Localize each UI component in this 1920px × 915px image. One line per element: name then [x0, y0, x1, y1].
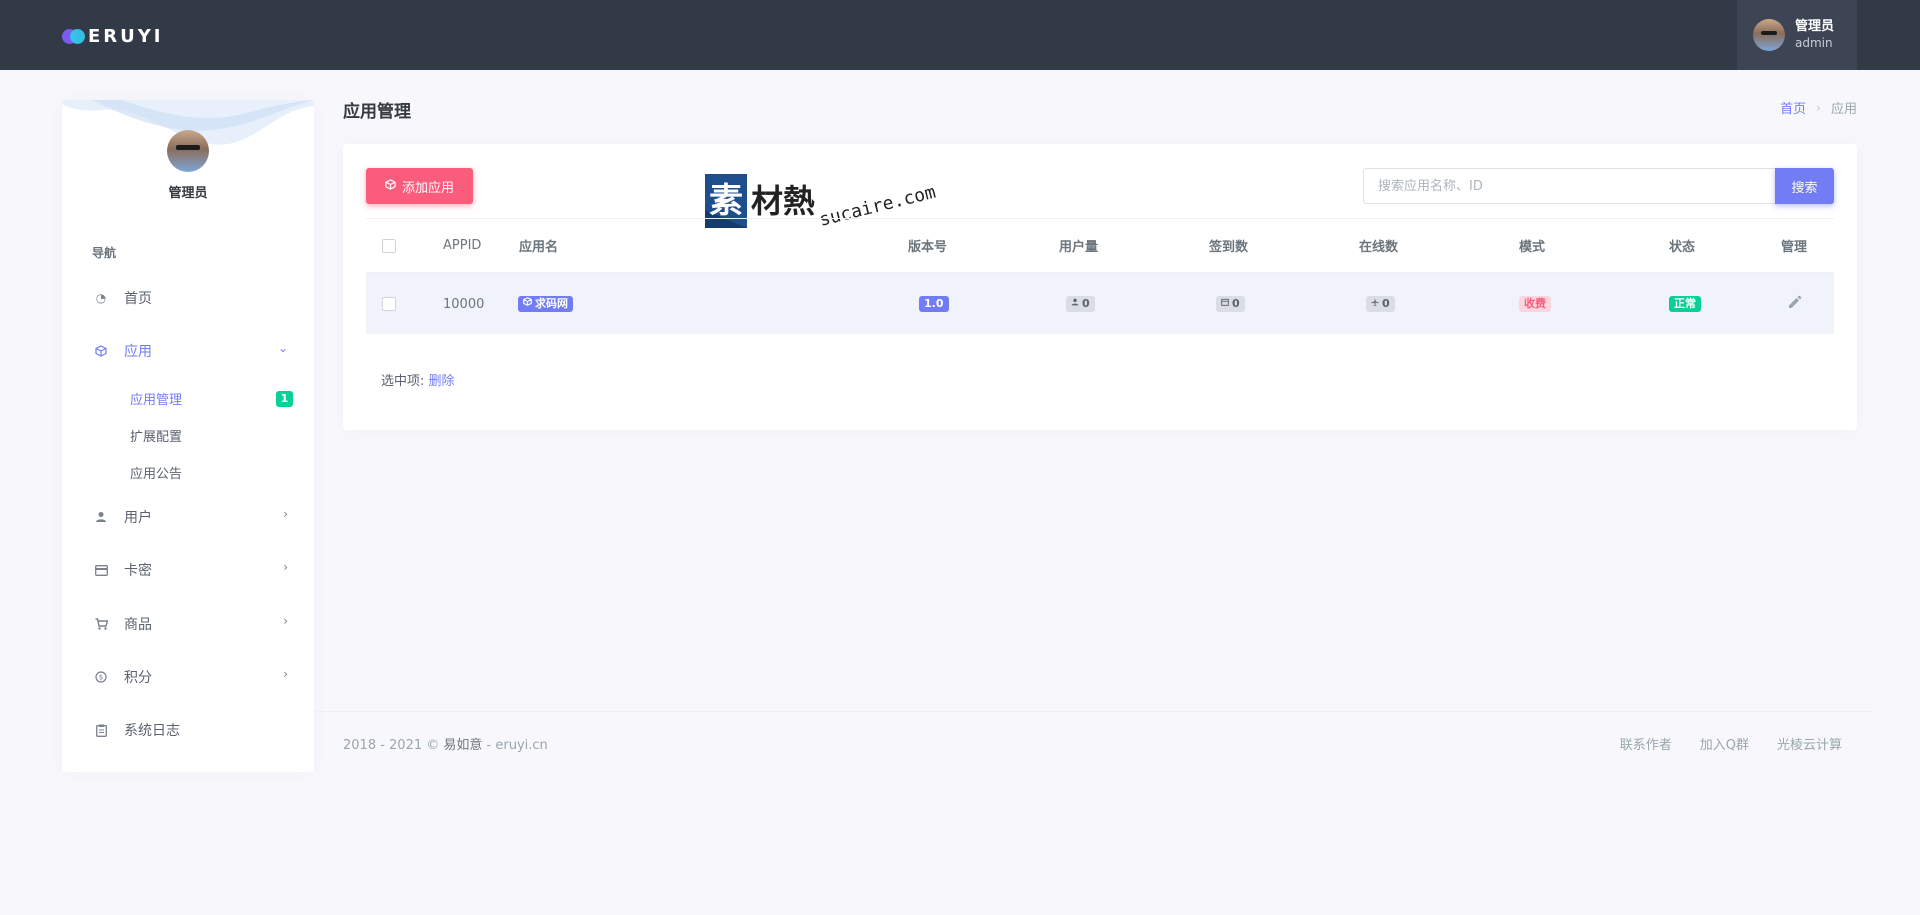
cart-icon — [94, 617, 108, 631]
sidebar-item-label: 商品 — [124, 617, 152, 633]
user-menu[interactable]: 管理员 admin — [1737, 0, 1857, 70]
column-header-status: 状态 — [1669, 240, 1696, 255]
status-badge: 正常 — [1669, 296, 1701, 312]
cube-icon — [94, 344, 108, 358]
sidebar-subitem-app-management[interactable]: 应用管理 — [130, 389, 182, 408]
column-header-appid: APPID — [443, 238, 482, 253]
chevron-right-icon: › — [283, 560, 288, 574]
profile-name: 管理员 — [168, 186, 208, 201]
avatar — [1753, 19, 1785, 51]
sidebar: 管理员 导航 ◔ 首页 应用 ⌄ 应用管理 1 扩展配置 应用公告 用户 › 卡… — [62, 100, 314, 772]
sidebar-item-products[interactable]: 商品 › — [92, 612, 292, 636]
chevron-down-icon: ⌄ — [277, 341, 288, 355]
user-name: 管理员 — [1795, 19, 1835, 34]
dashboard-icon: ◔ — [95, 291, 107, 305]
logo[interactable]: ERUYI — [62, 26, 164, 47]
sidebar-subitem-app-notice[interactable]: 应用公告 — [130, 463, 182, 482]
sidebar-item-points[interactable]: $ 积分 › — [92, 665, 292, 689]
app-name-badge[interactable]: 求码网 — [518, 296, 573, 312]
footer-link-cloud[interactable]: 光棱云计算 — [1777, 734, 1842, 753]
plane-icon — [1371, 296, 1379, 312]
users-badge: 0 — [1066, 296, 1095, 312]
logo-mark-icon — [62, 28, 85, 46]
sidebar-item-cards[interactable]: 卡密 › — [92, 558, 292, 582]
watermark-brand-first-char: 素 — [709, 181, 743, 221]
coin-icon: $ — [94, 670, 108, 684]
delete-selected-link[interactable]: 删除 — [429, 374, 455, 389]
nav-section-title: 导航 — [92, 246, 117, 260]
add-app-button[interactable]: 添加应用 — [366, 168, 473, 204]
chevron-right-icon: › — [283, 667, 288, 681]
sidebar-item-label: 首页 — [124, 291, 152, 307]
app-list-card: 添加应用 素 材熱 sucaire.com 搜索 APPID 应用名 版本号 用… — [343, 144, 1857, 430]
row-checkbox[interactable] — [382, 297, 396, 311]
column-header-name: 应用名 — [519, 240, 559, 255]
version-badge: 1.0 — [919, 296, 949, 312]
user-icon — [1071, 296, 1079, 312]
user-icon — [94, 510, 108, 524]
sidebar-item-label: 系统日志 — [124, 723, 180, 739]
bulk-label: 选中项: — [381, 374, 425, 389]
cube-icon — [523, 296, 532, 312]
table-row[interactable]: 10000 求码网 1.0 0 0 0 收费 正常 — [366, 274, 1834, 334]
online-count: 0 — [1382, 297, 1390, 310]
svg-text:$: $ — [99, 674, 103, 682]
chevron-right-icon: › — [283, 507, 288, 521]
footer-copyright: 2018 - 2021 © 易如意 - eruyi.cn — [343, 734, 548, 753]
column-header-mode: 模式 — [1519, 240, 1546, 255]
signins-count: 0 — [1232, 297, 1240, 310]
profile-avatar[interactable] — [167, 130, 209, 172]
top-bar: ERUYI 管理员 admin — [0, 0, 1920, 70]
user-role: admin — [1795, 36, 1833, 50]
sidebar-item-system-log[interactable]: 系统日志 — [92, 718, 292, 742]
app-name: 求码网 — [535, 297, 568, 310]
breadcrumb-home-link[interactable]: 首页 — [1780, 98, 1806, 117]
sidebar-subitem-extension-config[interactable]: 扩展配置 — [130, 426, 182, 445]
sidebar-item-label: 卡密 — [124, 563, 152, 579]
footer-link-contact-author[interactable]: 联系作者 — [1620, 734, 1672, 753]
footer-links: 联系作者 加入Q群 光棱云计算 — [1620, 734, 1842, 753]
sidebar-item-label: 用户 — [124, 510, 152, 526]
sidebar-item-users[interactable]: 用户 › — [92, 505, 292, 529]
page-title: 应用管理 — [343, 102, 411, 122]
card-icon — [94, 563, 108, 577]
signins-badge: 0 — [1216, 296, 1245, 312]
logo-text: ERUYI — [88, 26, 164, 47]
breadcrumb-separator: › — [1816, 100, 1821, 115]
footer-link-join-qq-group[interactable]: 加入Q群 — [1700, 734, 1749, 753]
column-header-signins: 签到数 — [1209, 240, 1249, 255]
sidebar-item-apps[interactable]: 应用 ⌄ — [92, 339, 292, 363]
calendar-icon — [1221, 296, 1229, 312]
cell-appid: 10000 — [443, 296, 485, 312]
search-input[interactable] — [1363, 168, 1775, 204]
table-header: APPID 应用名 版本号 用户量 签到数 在线数 模式 状态 管理 — [366, 218, 1834, 274]
column-header-online: 在线数 — [1359, 240, 1399, 255]
column-header-manage: 管理 — [1781, 240, 1808, 255]
bulk-actions: 选中项: 删除 — [381, 370, 455, 389]
clipboard-icon — [94, 723, 108, 737]
users-count: 0 — [1082, 297, 1090, 310]
sidebar-item-label: 积分 — [124, 670, 152, 686]
select-all-checkbox[interactable] — [382, 238, 396, 253]
copyright-suffix: - eruyi.cn — [482, 738, 548, 753]
edit-icon[interactable] — [1788, 295, 1802, 313]
chevron-right-icon: › — [283, 614, 288, 628]
copyright-name: 易如意 — [443, 738, 483, 753]
copyright-prefix: 2018 - 2021 © — [343, 738, 444, 753]
breadcrumb: 首页 › 应用 — [1780, 98, 1857, 118]
online-badge: 0 — [1366, 296, 1395, 312]
sidebar-item-home[interactable]: ◔ 首页 — [92, 286, 292, 310]
count-badge: 1 — [276, 391, 293, 407]
cube-icon — [385, 179, 396, 193]
footer-divider — [314, 711, 1872, 712]
mode-badge: 收费 — [1519, 296, 1551, 312]
breadcrumb-current: 应用 — [1830, 102, 1857, 117]
column-header-version: 版本号 — [908, 240, 948, 255]
sidebar-item-label: 应用 — [124, 344, 152, 360]
search-button[interactable]: 搜索 — [1775, 168, 1834, 204]
watermark-brand-rest: 材熱 — [751, 182, 815, 220]
add-app-label: 添加应用 — [401, 180, 454, 196]
column-header-users: 用户量 — [1059, 240, 1099, 255]
